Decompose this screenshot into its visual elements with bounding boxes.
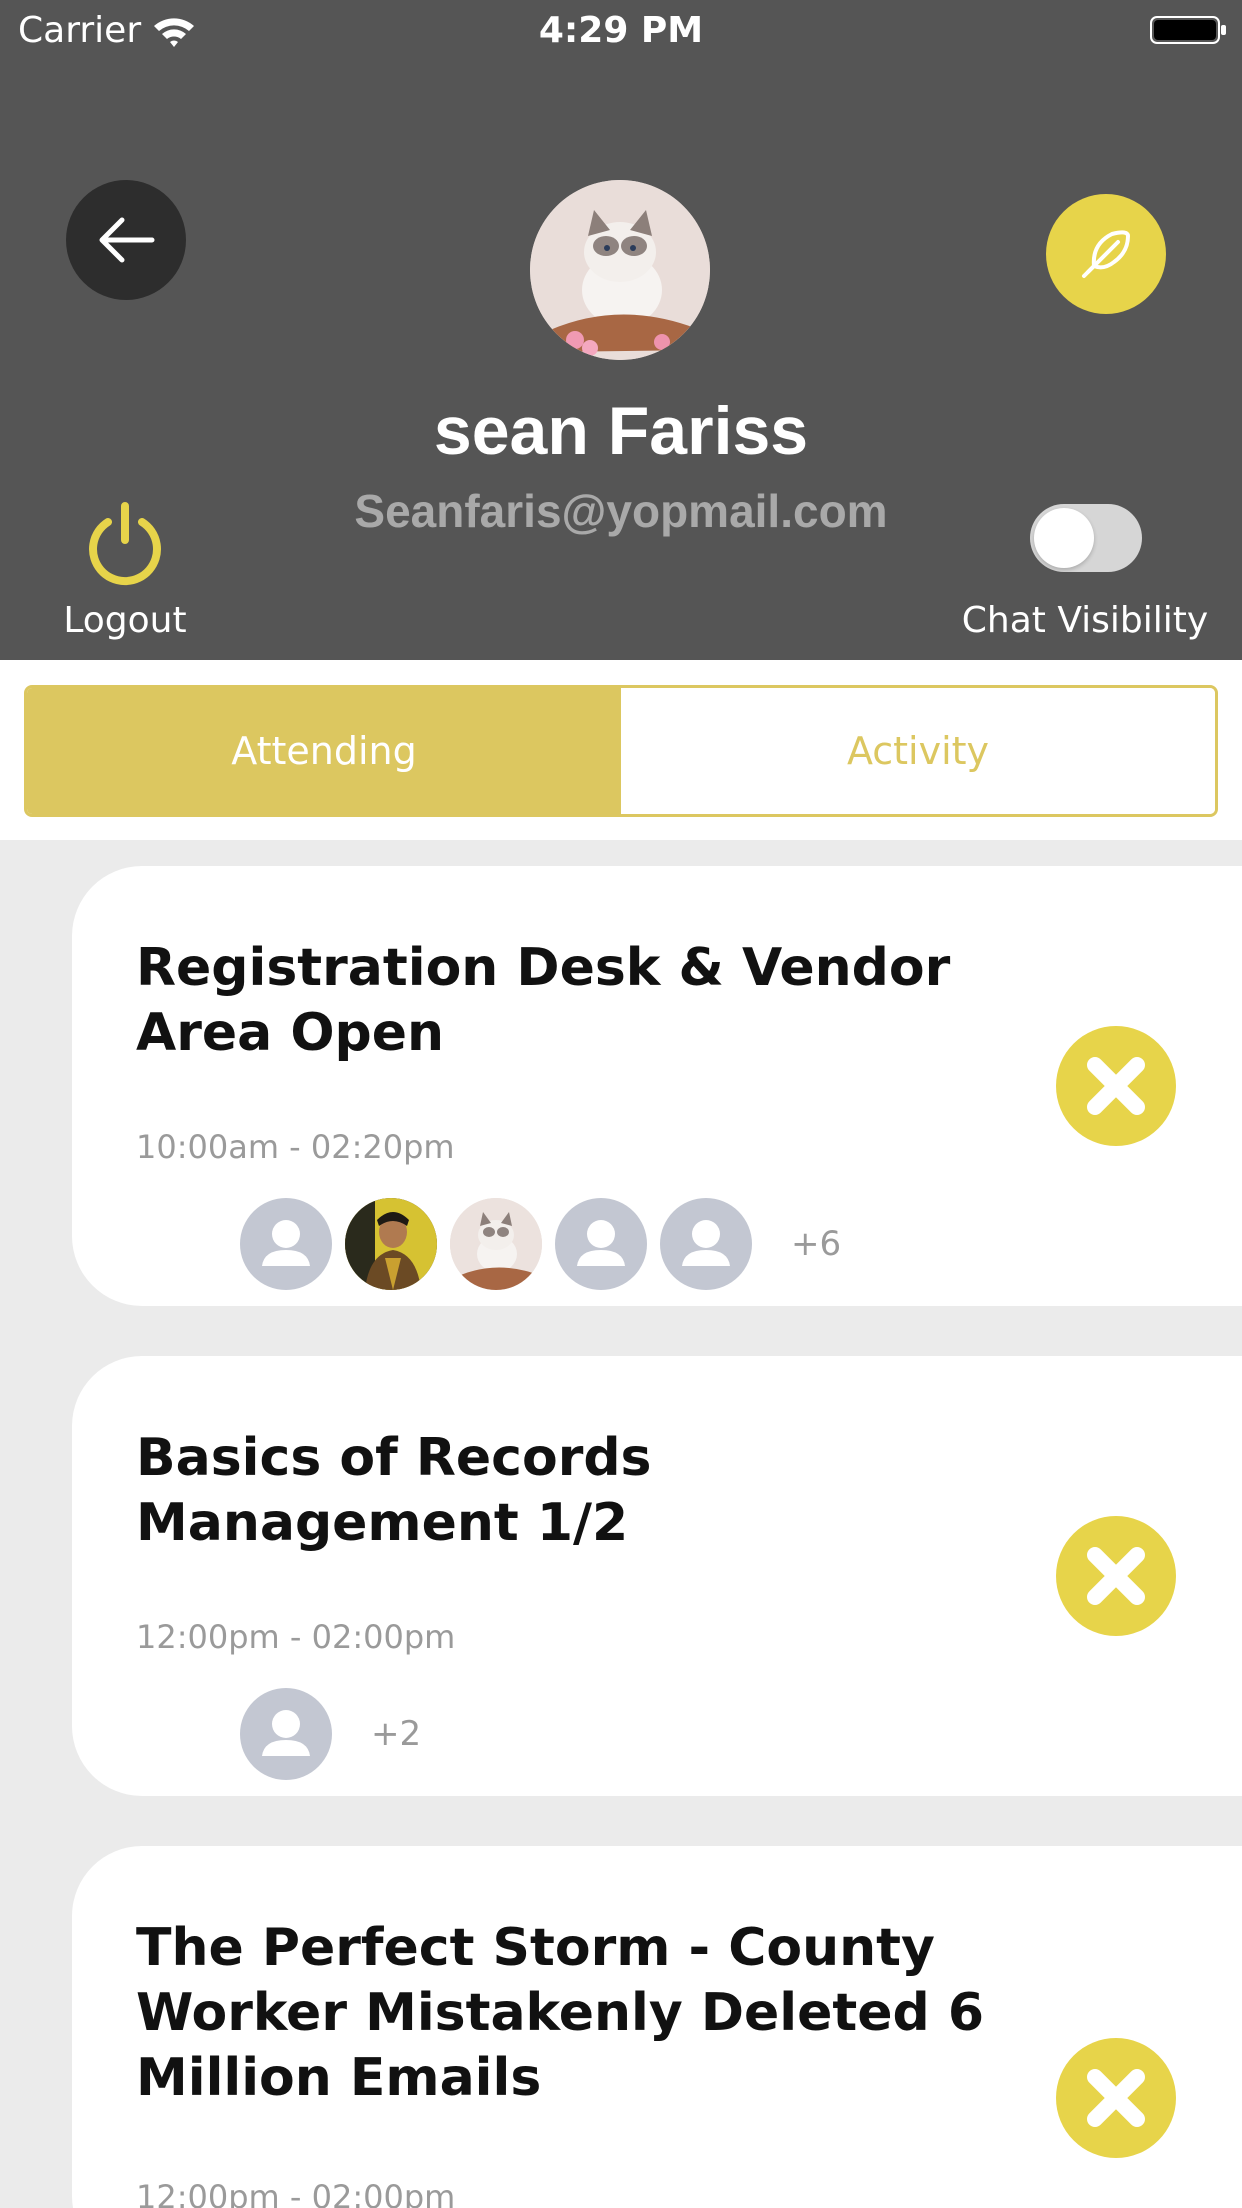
event-title: Registration Desk & Vendor Area Open (136, 938, 951, 1063)
person-icon (262, 1710, 310, 1756)
profile-header: Carrier 4:29 PM sean Fariss Seanfaris@yo… (0, 0, 1242, 660)
person-icon (262, 1220, 310, 1266)
chat-visibility-toggle[interactable] (1030, 504, 1142, 572)
person-icon (577, 1220, 625, 1266)
event-card[interactable]: The Perfect Storm - County Worker Mistak… (72, 1846, 1242, 2208)
event-title: Basics of Records Management 1/2 (136, 1428, 652, 1553)
remove-event-button[interactable] (1056, 1026, 1176, 1146)
default-avatar[interactable] (555, 1198, 647, 1290)
toggle-knob (1034, 508, 1094, 568)
logout-button[interactable]: Logout (40, 500, 210, 650)
attendee-list: +2 (240, 1688, 421, 1780)
default-avatar[interactable] (240, 1198, 332, 1290)
back-button[interactable] (66, 180, 186, 300)
edit-profile-button[interactable] (1046, 194, 1166, 314)
close-icon (1087, 2069, 1145, 2127)
profile-name: sean Fariss (433, 393, 809, 469)
clock-label: 4:29 PM (538, 10, 704, 51)
logout-label: Logout (63, 600, 187, 641)
more-attendees-count[interactable]: +2 (371, 1714, 421, 1754)
attendee-list: +6 (240, 1198, 841, 1290)
segmented-tabs: Attending Activity (24, 685, 1218, 817)
event-time: 10:00am - 02:20pm (136, 1128, 455, 1166)
battery-icon (1150, 16, 1226, 44)
close-icon (1087, 1547, 1145, 1605)
chat-visibility: Chat Visibility (950, 500, 1220, 650)
remove-event-button[interactable] (1056, 2038, 1176, 2158)
default-avatar[interactable] (660, 1198, 752, 1290)
event-card[interactable]: Registration Desk & Vendor Area Open 10:… (72, 866, 1242, 1306)
event-time: 12:00pm - 02:00pm (136, 2178, 456, 2208)
photo-avatar-cat[interactable] (450, 1198, 542, 1290)
man-photo (345, 1198, 437, 1290)
close-icon (1087, 1057, 1145, 1115)
profile-screen: Carrier 4:29 PM sean Fariss Seanfaris@yo… (0, 0, 1242, 2208)
power-icon (89, 502, 161, 586)
feather-icon (1082, 230, 1130, 278)
event-time: 12:00pm - 02:00pm (136, 1618, 456, 1656)
profile-avatar[interactable] (530, 180, 710, 360)
chat-visibility-label: Chat Visibility (961, 600, 1209, 641)
default-avatar[interactable] (240, 1688, 332, 1780)
arrow-left-icon (99, 217, 155, 263)
cat-photo (450, 1198, 542, 1290)
remove-event-button[interactable] (1056, 1516, 1176, 1636)
more-attendees-count[interactable]: +6 (791, 1224, 841, 1264)
event-card[interactable]: Basics of Records Management 1/2 12:00pm… (72, 1356, 1242, 1796)
photo-avatar-man[interactable] (345, 1198, 437, 1290)
status-bar: Carrier 4:29 PM (0, 0, 1242, 60)
cat-photo (530, 180, 710, 360)
person-icon (682, 1220, 730, 1266)
tab-activity[interactable]: Activity (621, 688, 1215, 814)
event-title: The Perfect Storm - County Worker Mistak… (136, 1918, 984, 2108)
tab-attending[interactable]: Attending (27, 688, 621, 814)
